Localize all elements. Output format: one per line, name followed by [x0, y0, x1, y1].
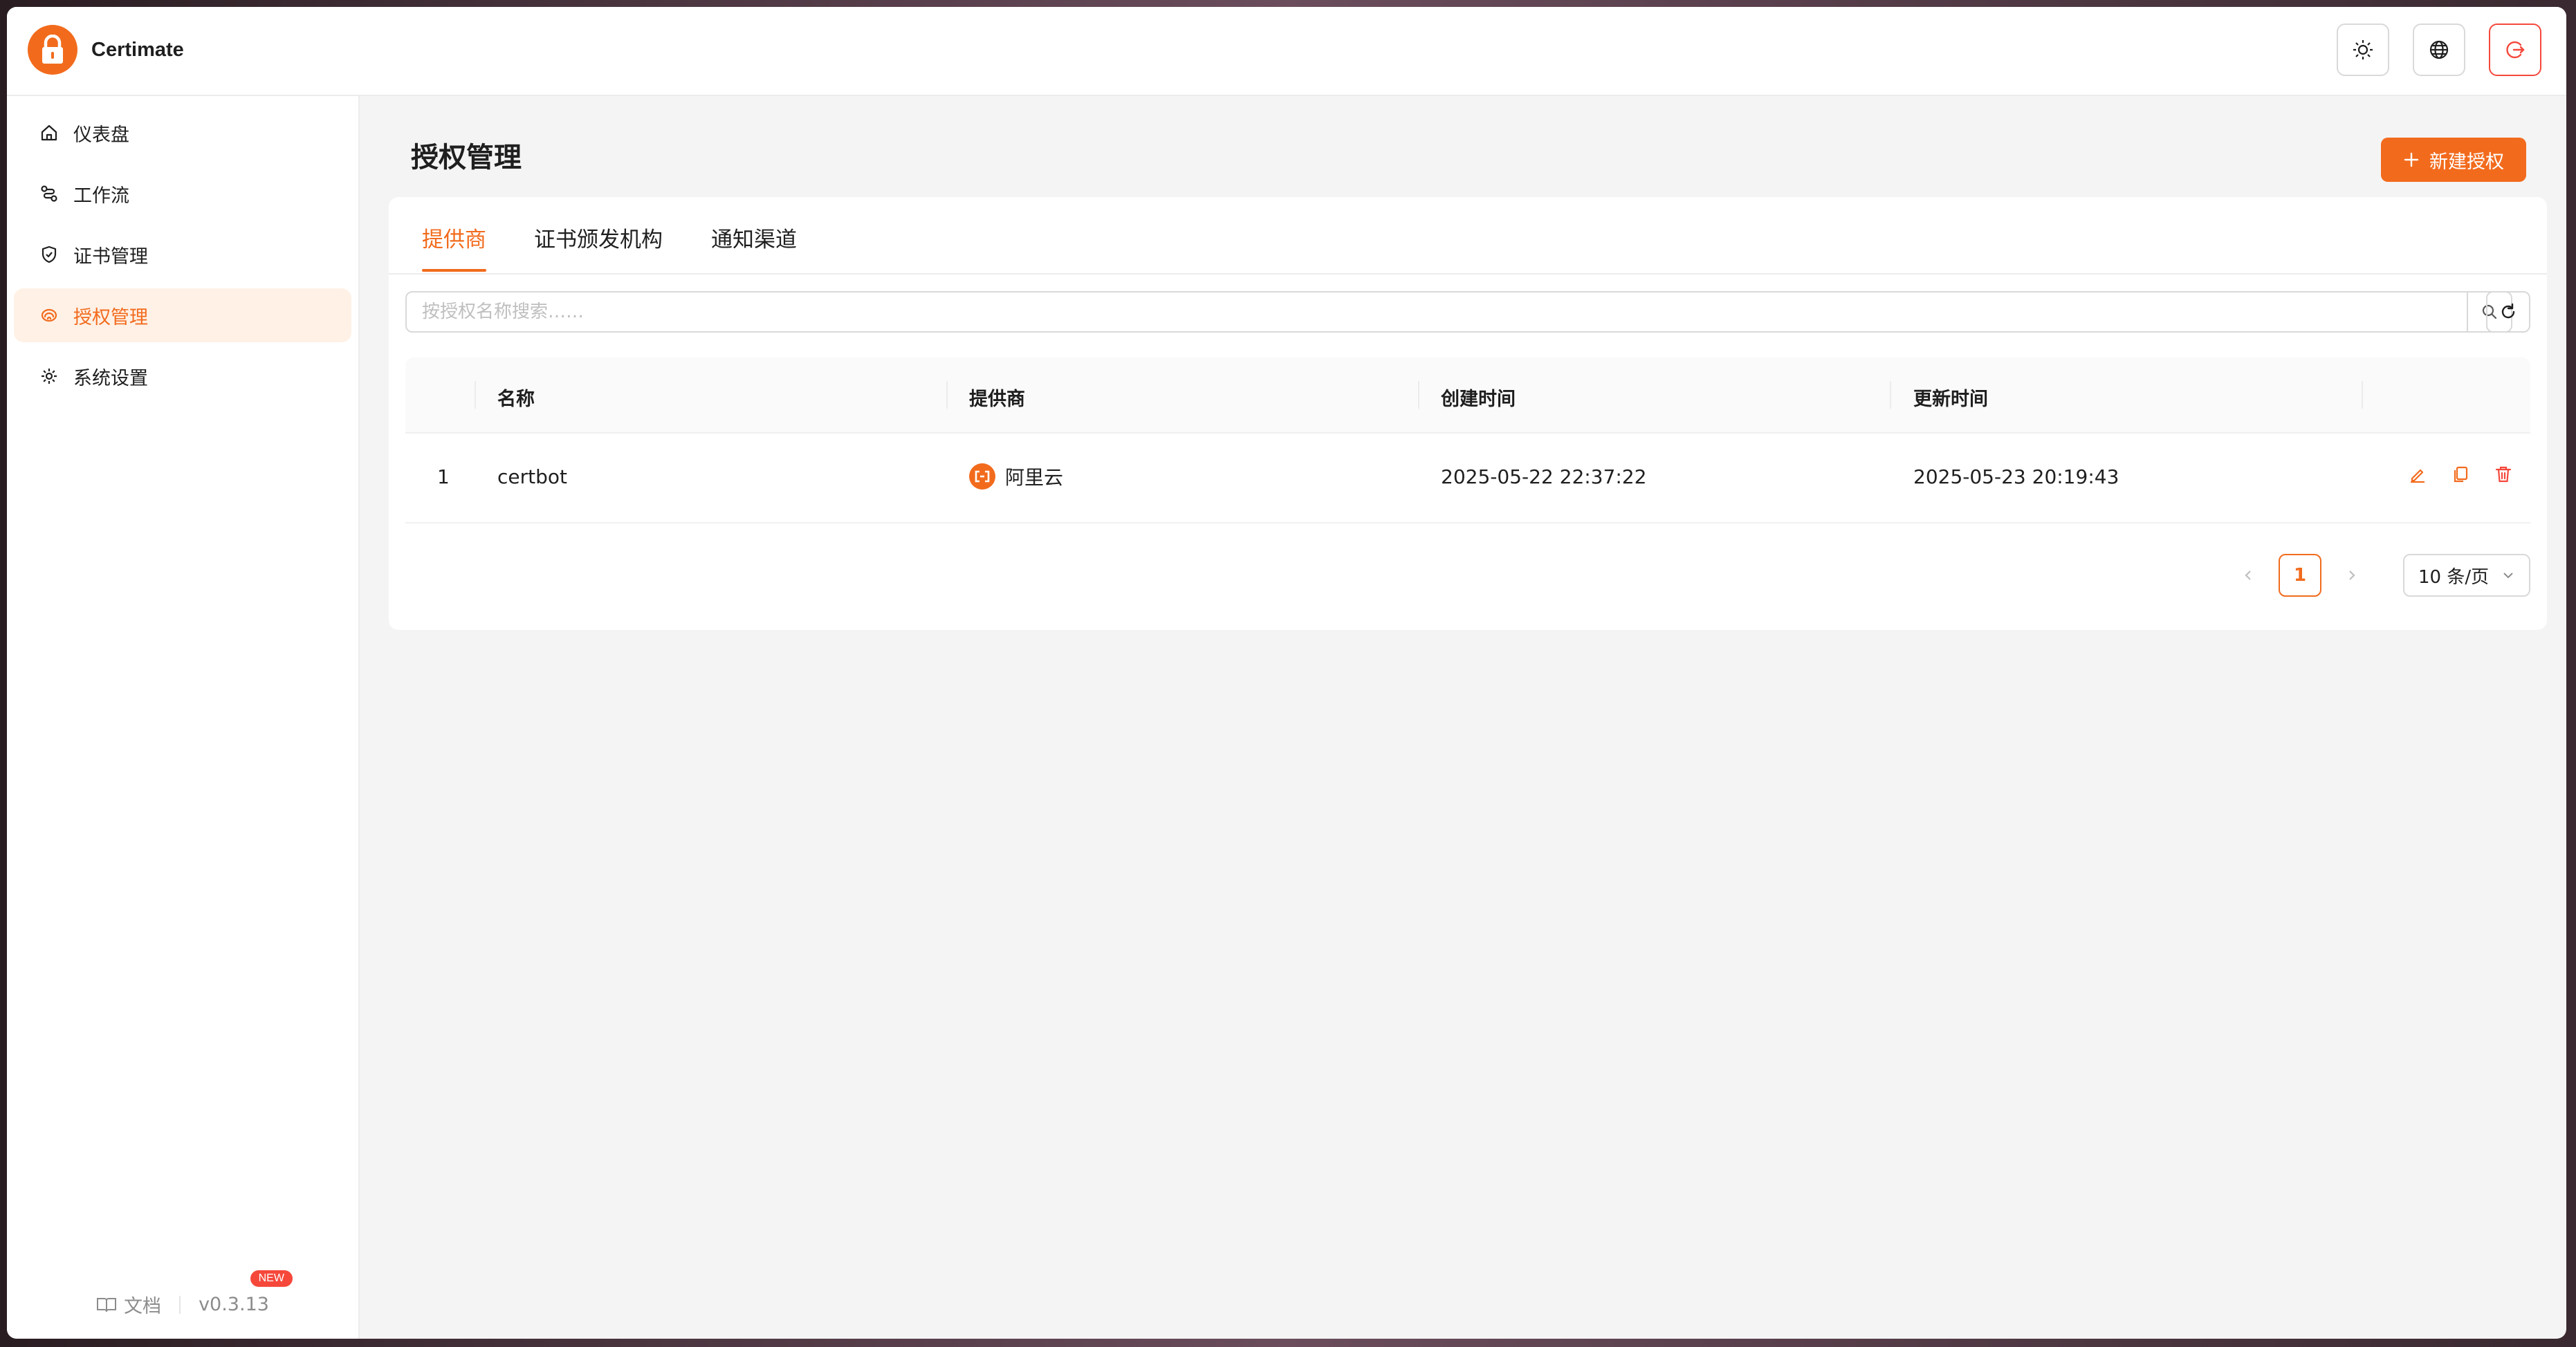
- chevron-down-icon: [2503, 573, 2513, 579]
- column-provider: 提供商: [969, 389, 1025, 410]
- copy-button[interactable]: [2450, 464, 2471, 485]
- sun-icon: [2353, 40, 2373, 59]
- fingerprint-icon: [39, 305, 59, 326]
- page-number[interactable]: 1: [2279, 554, 2321, 597]
- lock-logo-icon: [28, 25, 77, 75]
- refresh-icon: [2501, 303, 2515, 319]
- delete-button[interactable]: [2493, 464, 2514, 485]
- row-created: 2025-05-22 22:37:22: [1441, 465, 1647, 488]
- row-index: 1: [437, 465, 450, 488]
- copy-icon: [2454, 466, 2468, 483]
- sidebar-item-label: 证书管理: [73, 245, 148, 268]
- tab-ca[interactable]: 证书颁发机构: [534, 222, 663, 272]
- edit-button[interactable]: [2407, 464, 2428, 485]
- search-box: [405, 291, 2512, 333]
- sidebar-nav: 仪表盘 工作流 证书管理 授权管理 系统设置: [7, 96, 358, 403]
- version-link[interactable]: v0.3.13 NEW: [199, 1270, 293, 1315]
- tab-bar: 提供商 证书颁发机构 通知渠道: [389, 197, 2547, 275]
- language-button[interactable]: [2413, 24, 2465, 76]
- prev-page-button[interactable]: [2234, 561, 2262, 589]
- row-updated: 2025-05-23 20:19:43: [1913, 465, 2119, 488]
- table-row[interactable]: 1 certbot 阿里云 2025-05-22 22:37:22 2025-0…: [405, 434, 2530, 523]
- pagination: 1 10 条/页: [2218, 554, 2530, 597]
- sidebar-item-settings[interactable]: 系统设置: [14, 349, 351, 403]
- column-divider: [946, 381, 948, 409]
- search-input[interactable]: [407, 292, 2467, 331]
- trash-icon: [2495, 466, 2512, 483]
- sidebar: 仪表盘 工作流 证书管理 授权管理 系统设置 文档 v0.3.13 NEW: [7, 96, 360, 1339]
- access-card: 提供商 证书颁发机构 通知渠道 名称: [389, 197, 2547, 630]
- column-divider: [1890, 381, 1891, 409]
- page-size-value: 10 条/页: [2418, 566, 2490, 588]
- page-title: 授权管理: [411, 142, 522, 174]
- table-header: 名称 提供商 创建时间 更新时间: [405, 357, 2530, 434]
- sidebar-item-label: 授权管理: [73, 306, 148, 328]
- edit-icon: [2411, 469, 2425, 483]
- provider-name: 阿里云: [1005, 466, 1064, 489]
- top-bar: Certimate: [7, 7, 2566, 96]
- app-window: Certimate 仪表盘 工作流 证书管理 授权管理 系统设置 文档 v0.3…: [7, 7, 2566, 1339]
- brand[interactable]: Certimate: [28, 25, 184, 75]
- tab-providers[interactable]: 提供商: [422, 222, 486, 272]
- docs-label: 文档: [124, 1296, 162, 1317]
- home-icon: [39, 122, 59, 143]
- column-divider: [475, 381, 476, 409]
- next-page-button[interactable]: [2338, 561, 2366, 589]
- column-updated: 更新时间: [1913, 389, 1988, 410]
- refresh-button[interactable]: [2486, 291, 2530, 333]
- aliyun-icon: [969, 463, 995, 490]
- sidebar-item-access[interactable]: 授权管理: [14, 288, 351, 342]
- tab-notification[interactable]: 通知渠道: [711, 222, 797, 272]
- theme-toggle-button[interactable]: [2337, 24, 2389, 76]
- sidebar-item-dashboard[interactable]: 仪表盘: [14, 106, 351, 160]
- column-name: 名称: [497, 389, 535, 410]
- add-access-label: 新建授权: [2429, 151, 2504, 173]
- sidebar-item-certificates[interactable]: 证书管理: [14, 227, 351, 281]
- book-icon: [97, 1297, 117, 1312]
- column-created: 创建时间: [1441, 389, 1516, 410]
- app-name: Certimate: [91, 38, 184, 61]
- access-table: 名称 提供商 创建时间 更新时间 1 certbot 阿里云 2025-05-2…: [405, 357, 2530, 523]
- main-content: 授权管理 新建授权 提供商 证书颁发机构 通知渠道 按授权名称搜索…… 名称 提…: [360, 96, 2566, 1339]
- docs-link[interactable]: 文档: [96, 1291, 161, 1318]
- column-divider: [2362, 381, 2363, 409]
- new-badge: NEW: [250, 1270, 293, 1287]
- sidebar-item-label: 系统设置: [73, 367, 148, 389]
- gear-icon: [39, 366, 59, 387]
- footer-divider: [179, 1295, 181, 1314]
- sidebar-footer: 文档 v0.3.13 NEW: [7, 1270, 358, 1318]
- chevron-right-icon: [2349, 570, 2355, 580]
- row-actions: [2407, 464, 2514, 485]
- logout-button[interactable]: [2489, 24, 2541, 76]
- column-divider: [1418, 381, 1419, 409]
- globe-icon: [2429, 40, 2449, 59]
- workflow-icon: [39, 183, 59, 204]
- page-size-select[interactable]: 10 条/页: [2403, 554, 2530, 597]
- row-provider: 阿里云: [969, 463, 1063, 490]
- add-access-button[interactable]: 新建授权: [2381, 138, 2526, 182]
- plus-icon: [2404, 152, 2419, 167]
- version-text: v0.3.13: [199, 1294, 269, 1315]
- row-name: certbot: [497, 465, 567, 488]
- logout-icon: [2506, 41, 2525, 59]
- sidebar-item-label: 工作流: [73, 185, 129, 207]
- chevron-left-icon: [2245, 570, 2251, 580]
- shield-icon: [39, 244, 59, 265]
- sidebar-item-label: 仪表盘: [73, 124, 129, 146]
- sidebar-item-workflow[interactable]: 工作流: [14, 167, 351, 221]
- top-actions: [2337, 24, 2541, 76]
